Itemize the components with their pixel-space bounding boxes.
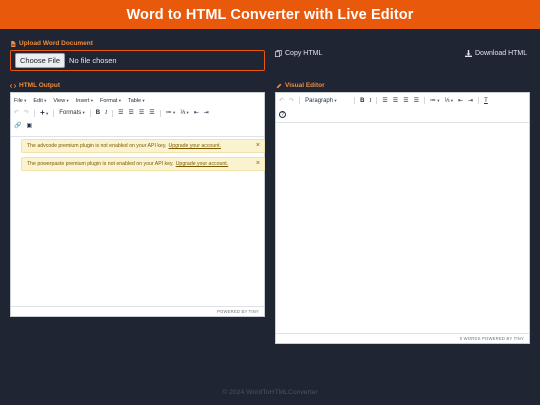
download-icon	[465, 50, 472, 57]
undo-icon[interactable]: ↶	[279, 98, 284, 104]
powered-by-text: POWERED BY TINY	[217, 309, 259, 314]
editor-toolbar-row-2: 🔗 ▣	[11, 120, 264, 132]
code-icon	[10, 83, 16, 88]
editor-menubar: File Edit View Insert Format Table	[11, 95, 264, 106]
menu-insert[interactable]: Insert	[76, 98, 93, 104]
copy-icon	[275, 50, 282, 57]
powerpaste-notification-text: The powerpaste premium plugin is not ena…	[27, 161, 174, 167]
file-status-text: No file chosen	[69, 56, 117, 65]
copy-html-button[interactable]: Copy HTML	[275, 50, 322, 57]
editor-toolbar-row-1: ↶ ↷ + Formats B I ☰ ☰ ☰ ☰ ≔ ⅓ ⇤ ⇥	[11, 106, 264, 120]
download-html-label: Download HTML	[475, 50, 528, 57]
word-count-text: 0 WORDS POWERED BY TINY	[459, 336, 524, 341]
image-icon[interactable]: ▣	[26, 123, 32, 129]
link-icon[interactable]: 🔗	[14, 123, 21, 129]
align-center-icon[interactable]: ☰	[129, 110, 134, 116]
align-justify-icon[interactable]: ☰	[149, 110, 154, 116]
footer-copyright: © 2024 WordToHTMLConverter	[222, 389, 318, 396]
visual-editor-statusbar: 0 WORDS POWERED BY TINY	[276, 333, 529, 343]
bullet-list-icon[interactable]: ≔	[166, 110, 176, 116]
file-input[interactable]: Choose File No file chosen	[10, 50, 265, 71]
align-right-icon[interactable]: ☰	[403, 98, 408, 104]
undo-icon[interactable]: ↶	[14, 110, 19, 116]
numbered-list-icon[interactable]: ⅓	[444, 98, 453, 104]
indent-icon[interactable]: ⇥	[468, 98, 473, 104]
html-output-label: HTML Output	[10, 82, 60, 89]
align-center-icon[interactable]: ☰	[393, 98, 398, 104]
italic-icon[interactable]: I	[105, 110, 107, 116]
numbered-list-icon[interactable]: ⅓	[180, 110, 189, 116]
advcode-notification: The advcode premium plugin is not enable…	[21, 139, 265, 153]
indent-icon[interactable]: ⇥	[204, 110, 209, 116]
pencil-icon	[276, 83, 282, 88]
close-icon[interactable]: ×	[256, 160, 260, 167]
app-header: Word to HTML Converter with Live Editor	[0, 0, 540, 29]
file-word-icon	[11, 40, 16, 47]
redo-icon[interactable]: ↷	[24, 110, 29, 116]
menu-file[interactable]: File	[14, 98, 26, 104]
formats-dropdown[interactable]: Formats	[59, 110, 85, 116]
visual-toolbar-row-2: ?	[276, 108, 529, 121]
align-left-icon[interactable]: ☰	[382, 98, 387, 104]
upload-section-label: Upload Word Document	[10, 40, 93, 47]
close-icon[interactable]: ×	[256, 142, 260, 149]
visual-editor-label-text: Visual Editor	[285, 82, 325, 89]
html-output-editor[interactable]: File Edit View Insert Format Table ↶ ↷ +…	[10, 92, 265, 317]
visual-editor[interactable]: ↶ ↷ Paragraph B I ☰ ☰ ☰ ☰ ≔ ⅓ ⇤ ⇥ T ? 0 …	[275, 92, 530, 344]
upload-label-text: Upload Word Document	[19, 40, 93, 47]
align-right-icon[interactable]: ☰	[139, 110, 144, 116]
align-justify-icon[interactable]: ☰	[414, 98, 419, 104]
menu-edit[interactable]: Edit	[33, 98, 46, 104]
advcode-notification-text: The advcode premium plugin is not enable…	[27, 143, 167, 149]
bullet-list-icon[interactable]: ≔	[430, 98, 440, 104]
visual-editor-label: Visual Editor	[276, 82, 325, 89]
clear-formatting-icon[interactable]: T	[484, 98, 488, 104]
download-html-button[interactable]: Download HTML	[465, 50, 527, 57]
outdent-icon[interactable]: ⇤	[194, 110, 199, 116]
menu-table[interactable]: Table	[128, 98, 145, 104]
paragraph-dropdown[interactable]: Paragraph	[305, 98, 349, 104]
redo-icon[interactable]: ↷	[289, 98, 294, 104]
powerpaste-notification: The powerpaste premium plugin is not ena…	[21, 157, 265, 171]
menu-format[interactable]: Format	[100, 98, 121, 104]
powerpaste-upgrade-link[interactable]: Upgrade your account.	[176, 161, 228, 167]
page-title: Word to HTML Converter with Live Editor	[126, 6, 414, 23]
insert-plus-icon[interactable]: +	[40, 109, 48, 117]
menu-view[interactable]: View	[53, 98, 68, 104]
advcode-upgrade-link[interactable]: Upgrade your account.	[168, 143, 220, 149]
help-icon[interactable]: ?	[279, 111, 286, 118]
bold-icon[interactable]: B	[360, 98, 364, 104]
copy-html-label: Copy HTML	[285, 50, 323, 57]
visual-toolbar-row-1: ↶ ↷ Paragraph B I ☰ ☰ ☰ ☰ ≔ ⅓ ⇤ ⇥ T	[276, 93, 529, 108]
choose-file-button[interactable]: Choose File	[15, 53, 66, 68]
italic-icon[interactable]: I	[369, 98, 371, 104]
html-output-statusbar: POWERED BY TINY	[11, 306, 264, 316]
html-output-label-text: HTML Output	[19, 82, 61, 89]
align-left-icon[interactable]: ☰	[118, 110, 123, 116]
outdent-icon[interactable]: ⇤	[458, 98, 463, 104]
bold-icon[interactable]: B	[96, 110, 100, 116]
